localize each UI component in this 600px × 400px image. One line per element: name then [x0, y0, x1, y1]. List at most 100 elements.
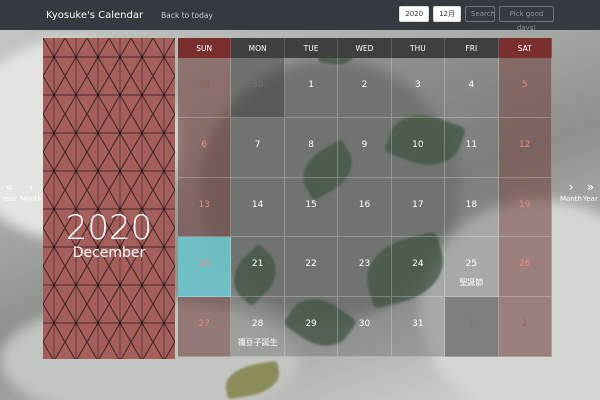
day-cell[interactable]: 8	[284, 117, 339, 178]
day-cell[interactable]: 10	[391, 117, 446, 178]
day-number: 30	[358, 319, 371, 330]
top-navbar: Kyosuke's Calendar Back to today 2020 12…	[0, 0, 600, 32]
prev-year-label: Year	[2, 195, 17, 203]
week-row: 29 30 1 2 3 4 5	[178, 58, 552, 118]
weekday-mon: MON	[231, 38, 285, 58]
day-cell[interactable]: 25 聖誕節	[445, 237, 499, 298]
day-cell[interactable]: 2	[338, 58, 392, 118]
pick-good-days-button[interactable]: Pick good days!	[499, 6, 554, 32]
day-number: 20	[198, 259, 210, 270]
day-cell[interactable]: 21	[231, 237, 285, 298]
day-number: 24	[412, 259, 424, 270]
day-number: 17	[412, 199, 424, 210]
day-cell[interactable]: 31	[391, 297, 446, 357]
day-cell[interactable]: 16	[338, 177, 392, 238]
day-cell-today[interactable]: 20	[178, 237, 232, 298]
day-number: 16	[358, 199, 371, 210]
day-cell[interactable]: 15	[284, 177, 339, 238]
day-number: 6	[201, 139, 208, 150]
day-cell[interactable]: 29	[284, 297, 339, 357]
weekday-fri: FRI	[445, 38, 499, 58]
day-number: 26	[519, 259, 531, 270]
week-row: 20 21 22 23 24 25 聖誕節 26	[178, 237, 552, 298]
day-number: 10	[412, 139, 424, 150]
day-cell[interactable]: 7	[231, 117, 285, 178]
prev-year-nav[interactable]: « Year	[2, 181, 17, 203]
day-number: 15	[305, 199, 317, 210]
day-number: 13	[198, 199, 210, 210]
day-cell[interactable]: 18	[445, 177, 499, 238]
year-select-button[interactable]: 2020	[399, 6, 430, 22]
weekday-tue: TUE	[284, 38, 339, 58]
day-cell[interactable]: 5	[498, 58, 552, 118]
day-cell[interactable]: 3	[391, 58, 446, 118]
day-cell[interactable]: 6	[178, 117, 232, 178]
next-year-nav[interactable]: » Year	[583, 181, 598, 203]
day-number: 21	[251, 259, 264, 270]
day-number: 27	[198, 319, 210, 330]
day-number: 11	[465, 139, 478, 150]
day-number: 31	[412, 319, 424, 330]
day-cell[interactable]: 9	[338, 117, 392, 178]
day-number: 12	[519, 139, 531, 150]
day-cell[interactable]: 17	[391, 177, 446, 238]
next-month-label: Month	[560, 195, 582, 203]
weekday-sat: SAT	[498, 38, 552, 58]
day-cell[interactable]: 23	[338, 237, 392, 298]
day-cell[interactable]: 28 禰豆子誕生	[231, 297, 285, 357]
day-cell[interactable]: 27	[178, 297, 232, 357]
banner-year: 2020	[65, 208, 153, 248]
day-number: 2	[521, 319, 528, 330]
day-number: 28	[251, 319, 264, 330]
day-cell[interactable]: 11	[445, 117, 499, 178]
day-cell[interactable]: 26	[498, 237, 552, 298]
day-cell[interactable]: 30	[231, 58, 285, 118]
month-banner: 2020 December	[43, 38, 175, 359]
day-number: 18	[465, 199, 478, 210]
day-cell[interactable]: 30	[338, 297, 392, 357]
double-chevron-right-icon: »	[586, 180, 595, 194]
next-month-nav[interactable]: › Month	[560, 181, 582, 203]
calendar-weeks: 29 30 1 2 3 4 5 6 7 8 9 10 11 12 13 14 15 16 17 18 19 20 21 22 2…	[178, 58, 552, 357]
day-number: 29	[305, 319, 317, 330]
day-number: 2	[361, 80, 368, 90]
day-cell[interactable]: 29	[178, 58, 232, 118]
back-to-today-link[interactable]: Back to today	[161, 11, 213, 20]
day-cell[interactable]: 19	[498, 177, 552, 238]
calendar-grid: SUN MON TUE WED THU FRI SAT 29 30 1 2 3 4 5 6 7 8 9 10 11 1…	[178, 38, 552, 357]
prev-month-nav[interactable]: ‹ Month	[20, 181, 42, 203]
day-number: 25	[465, 259, 478, 270]
day-event: 聖誕節	[459, 278, 484, 288]
week-row: 27 28 禰豆子誕生 29 30 31 1 2	[178, 297, 552, 357]
prev-month-label: Month	[20, 195, 42, 203]
day-number: 5	[521, 80, 528, 90]
day-cell[interactable]: 14	[231, 177, 285, 238]
banner-month: December	[72, 245, 146, 261]
day-event: 禰豆子誕生	[237, 338, 278, 348]
weekday-sun: SUN	[178, 38, 232, 58]
weekday-header: SUN MON TUE WED THU FRI SAT	[178, 38, 552, 58]
month-select-button[interactable]: 12月	[433, 6, 461, 22]
double-chevron-left-icon: «	[5, 180, 14, 194]
day-cell[interactable]: 13	[178, 177, 232, 238]
week-row: 6 7 8 9 10 11 12	[178, 117, 552, 178]
search-button[interactable]: Search	[465, 6, 495, 22]
day-number: 22	[305, 259, 317, 270]
day-number: 1	[308, 80, 314, 90]
day-cell[interactable]: 22	[284, 237, 339, 298]
brand-title[interactable]: Kyosuke's Calendar	[46, 10, 143, 21]
weekday-wed: WED	[338, 38, 392, 58]
day-cell[interactable]: 2	[498, 297, 552, 357]
day-cell[interactable]: 12	[498, 117, 552, 178]
day-number: 9	[361, 139, 368, 150]
day-cell[interactable]: 1	[445, 297, 499, 357]
day-number: 8	[308, 139, 314, 150]
day-cell[interactable]: 4	[445, 58, 499, 118]
day-number: 23	[358, 259, 371, 270]
day-number: 1	[468, 319, 475, 330]
chevron-right-icon: ›	[568, 180, 574, 194]
day-cell[interactable]: 1	[284, 58, 339, 118]
day-number: 19	[519, 199, 531, 210]
day-cell[interactable]: 24	[391, 237, 446, 298]
day-number: 14	[251, 199, 264, 210]
